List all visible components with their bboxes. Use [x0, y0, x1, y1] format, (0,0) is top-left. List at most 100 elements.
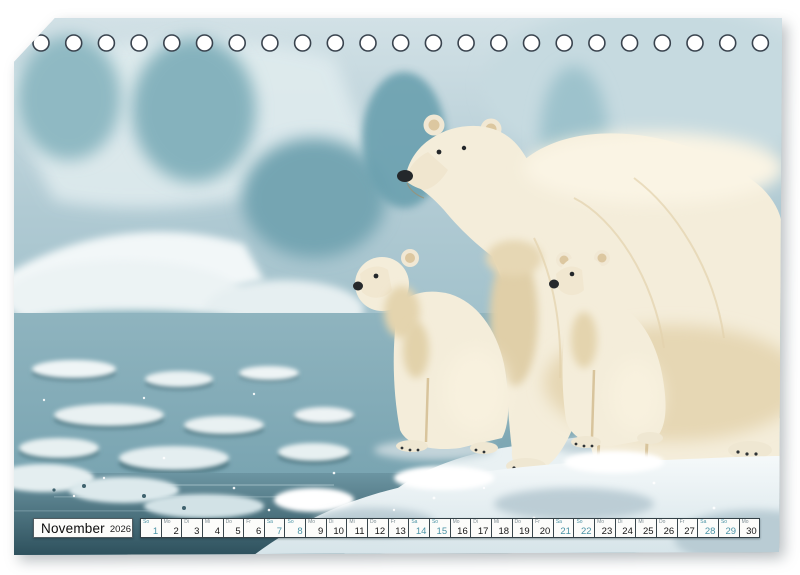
weekday-abbr: Fr [680, 520, 685, 525]
day-cell: Sa 7 [265, 519, 285, 537]
binding-hole [229, 35, 245, 51]
binding-hole [262, 35, 278, 51]
day-number: 11 [355, 527, 365, 536]
weekday-abbr: So [576, 520, 582, 525]
year-label: 2026 [110, 522, 131, 535]
day-number: 23 [602, 527, 613, 536]
day-cell: Do 26 [657, 519, 677, 537]
day-number: 7 [277, 527, 282, 536]
weekday-abbr: Sa [267, 520, 273, 525]
day-cell: So15 [430, 519, 450, 537]
binding-holes [33, 35, 768, 51]
weekday-abbr: Di [329, 520, 334, 525]
day-number: 26 [664, 527, 675, 536]
day-cell: Mi25 [636, 519, 656, 537]
day-number: 17 [478, 527, 489, 536]
weekday-abbr: Fr [535, 520, 540, 525]
day-cell: Do5 [224, 519, 244, 537]
day-number: 8 [297, 527, 302, 536]
day-number: 12 [375, 527, 386, 536]
day-cell: Fr 6 [244, 519, 264, 537]
day-cell: Fr20 [533, 519, 553, 537]
day-cell: Do 12 [368, 519, 388, 537]
day-cell: So29 [719, 519, 739, 537]
day-cell: So 22 [574, 519, 594, 537]
binding-hole [622, 35, 638, 51]
binding-hole [556, 35, 572, 51]
day-number: 3 [194, 527, 199, 536]
day-number: 6 [256, 527, 261, 536]
weekday-abbr: Do [659, 520, 665, 525]
day-cell: Mo30 [740, 519, 760, 537]
day-number: 22 [581, 527, 592, 536]
day-cell: Mo9 [306, 519, 326, 537]
calendar-page-wrap: November 2026 So1Mo2Di3Mi4Do5Fr6Sa7So8Mo… [14, 18, 782, 555]
weekday-abbr: So [287, 520, 293, 525]
weekday-abbr: Mi [494, 520, 499, 525]
day-cell: Di 10 [327, 519, 347, 537]
weekday-abbr: Mo [453, 520, 460, 525]
day-number: 16 [457, 527, 468, 536]
binding-hole [197, 35, 213, 51]
binding-hole [654, 35, 670, 51]
binding-hole [752, 35, 768, 51]
weekday-abbr: Fr [391, 520, 396, 525]
binding-hole [327, 35, 343, 51]
day-number: 13 [395, 527, 406, 536]
weekday-abbr: Do [226, 520, 232, 525]
weekday-abbr: Mo [597, 520, 604, 525]
binding-hole [589, 35, 605, 51]
binding-hole [425, 35, 441, 51]
weekday-abbr: Sa [411, 520, 417, 525]
weekday-abbr: Di [473, 520, 478, 525]
day-number: 5 [235, 527, 240, 536]
weekday-abbr: Mo [742, 520, 749, 525]
binding-hole [131, 35, 147, 51]
binding-hole [491, 35, 507, 51]
day-number: 28 [705, 527, 716, 536]
day-number: 27 [684, 527, 695, 536]
day-cell: Mi 18 [492, 519, 512, 537]
day-number: 29 [726, 527, 737, 536]
binding-hole [687, 35, 703, 51]
polar-bear-family-photo [14, 18, 782, 555]
binding-hole [164, 35, 180, 51]
weekday-abbr: Do [370, 520, 376, 525]
weekday-abbr: Fr [246, 520, 251, 525]
binding-hole [524, 35, 540, 51]
day-number: 9 [318, 527, 323, 536]
day-number: 1 [153, 527, 158, 536]
day-number: 24 [622, 527, 633, 536]
day-cell: Fr 13 [389, 519, 409, 537]
day-cell: Fr 27 [678, 519, 698, 537]
weekday-abbr: Di [184, 520, 189, 525]
day-number: 4 [215, 527, 220, 536]
weekday-abbr: Mi [349, 520, 354, 525]
weekday-abbr: Mo [164, 520, 171, 525]
binding-hole [720, 35, 736, 51]
day-cell: Mo 23 [595, 519, 615, 537]
day-cell: Sa28 [698, 519, 718, 537]
day-cell: Di 3 [182, 519, 202, 537]
day-cell: Do19 [513, 519, 533, 537]
day-cell: Di17 [471, 519, 491, 537]
weekday-abbr: Sa [556, 520, 562, 525]
product-photo-canvas: { "calendar": { "month": "November", "ye… [0, 0, 800, 575]
day-cell: Sa14 [409, 519, 429, 537]
calendar-page-sheet: November 2026 So1Mo2Di3Mi4Do5Fr6Sa7So8Mo… [14, 18, 782, 555]
day-number: 21 [560, 527, 571, 536]
day-cell: Sa 21 [554, 519, 574, 537]
day-cell: So 8 [285, 519, 305, 537]
binding-hole [360, 35, 376, 51]
day-number: 15 [437, 527, 448, 536]
day-number: 20 [540, 527, 551, 536]
day-cell: So1 [141, 519, 161, 537]
day-cell: Mi11 [347, 519, 367, 537]
weekday-abbr: Di [618, 520, 623, 525]
weekday-abbr: Mi [205, 520, 210, 525]
day-number: 2 [173, 527, 178, 536]
weekday-abbr: Mi [638, 520, 643, 525]
day-number: 10 [333, 527, 344, 536]
day-number: 18 [498, 527, 509, 536]
weekday-abbr: Do [515, 520, 521, 525]
